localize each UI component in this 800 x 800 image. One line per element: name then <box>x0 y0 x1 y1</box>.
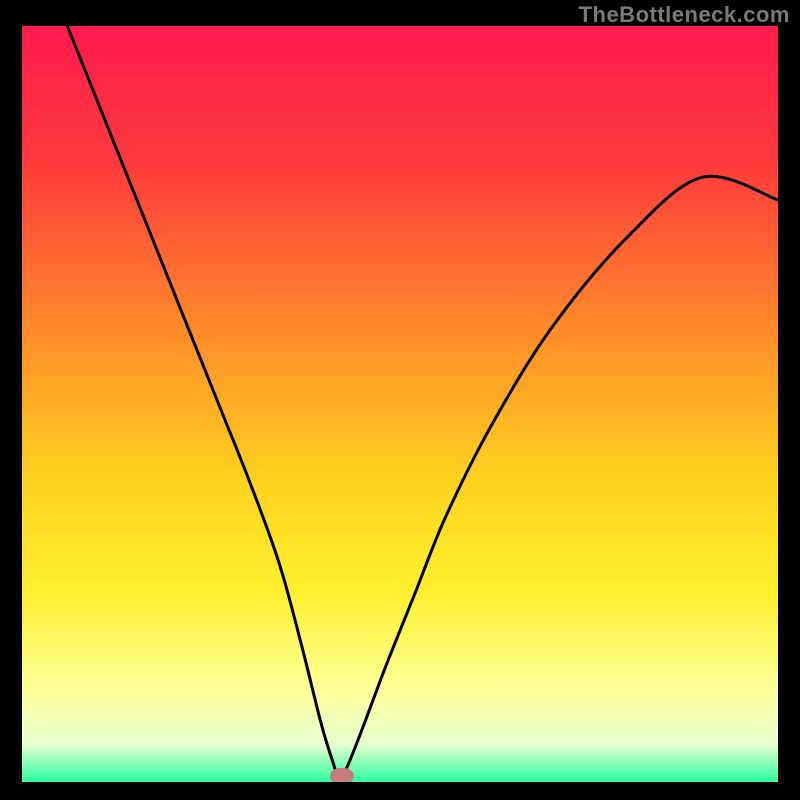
chart-frame: TheBottleneck.com <box>0 0 800 800</box>
plot-area <box>22 26 778 782</box>
watermark-text: TheBottleneck.com <box>579 2 790 28</box>
optimal-point-marker <box>330 768 354 782</box>
bottleneck-curve-path <box>67 26 778 778</box>
curve-svg <box>22 26 778 782</box>
